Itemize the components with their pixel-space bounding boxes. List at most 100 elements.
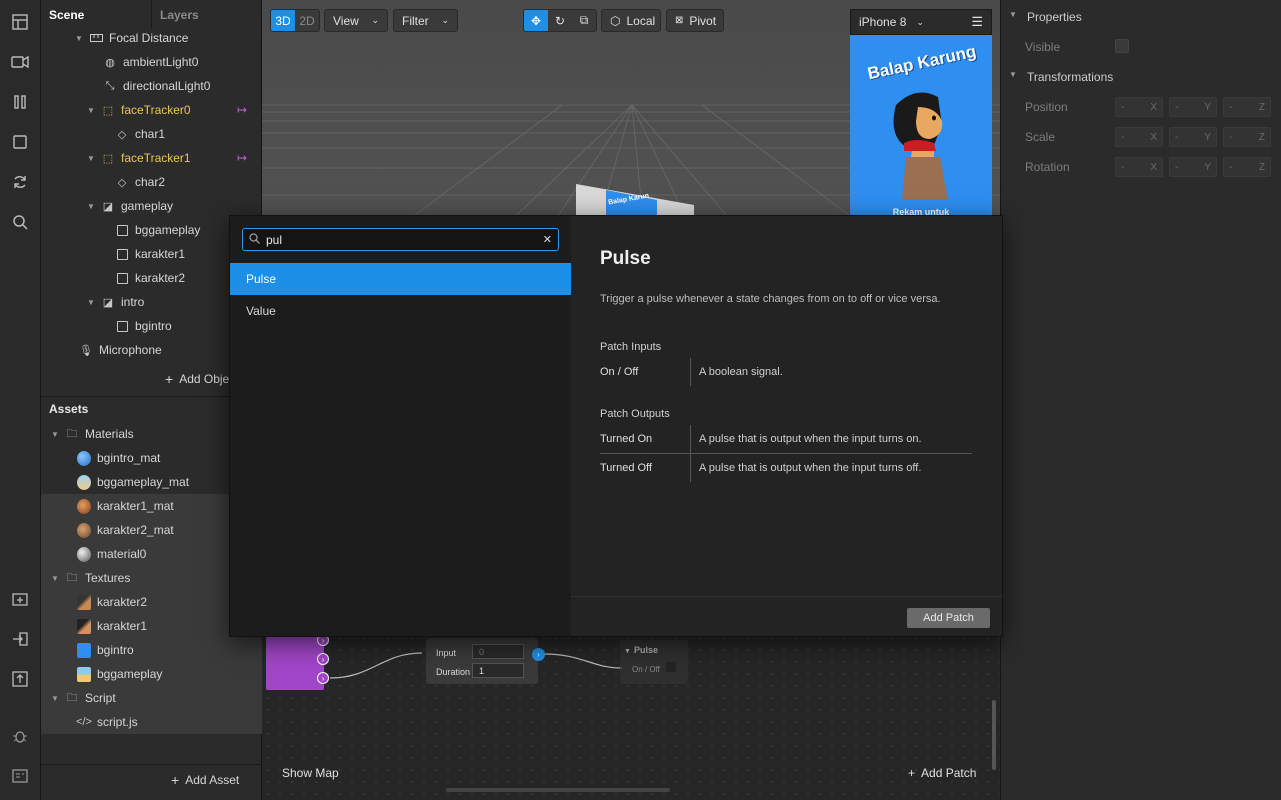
asset-item[interactable]: karakter2	[77, 590, 147, 614]
scene-item[interactable]: ◍ ambientLight0	[103, 50, 198, 74]
pulse-node[interactable]: ▼ Pulse On / Off	[620, 640, 688, 684]
axis-label: Y	[1204, 101, 1211, 113]
move-icon[interactable]: ✥	[524, 10, 548, 31]
collapse-triangle-icon[interactable]: ▼	[51, 430, 61, 439]
scene-item[interactable]: bgintro	[115, 314, 172, 338]
node-input-field[interactable]: 0	[472, 644, 524, 659]
import-icon[interactable]	[10, 629, 30, 649]
upload-icon[interactable]	[10, 669, 30, 689]
tab-layers[interactable]: Layers	[151, 0, 261, 28]
node-duration-field[interactable]: 1	[472, 663, 524, 678]
collapse-triangle-icon[interactable]: ▼	[87, 154, 97, 163]
asset-item[interactable]: karakter1_mat	[77, 494, 174, 518]
search-icon[interactable]	[10, 212, 30, 232]
device-selector[interactable]: iPhone 8 ⌄ ☰	[850, 9, 992, 35]
local-button[interactable]: ⬡ Local	[601, 9, 661, 32]
scene-item[interactable]: karakter2	[115, 266, 185, 290]
patch-editor[interactable]: › › › Input 0 Duration 1 › ▼ Pulse On / O…	[262, 620, 1000, 800]
link-arrow-icon[interactable]: ↦	[237, 151, 247, 165]
refresh-icon[interactable]	[10, 172, 30, 192]
ruler-icon	[89, 31, 103, 45]
scrollbar-vertical[interactable]	[992, 700, 996, 770]
result-item-value[interactable]: Value	[230, 295, 571, 327]
axis-label: Y	[1204, 131, 1211, 143]
scene-item[interactable]: ▼ ◪ gameplay	[87, 194, 173, 218]
asset-item[interactable]: karakter2_mat	[77, 518, 174, 542]
scene-item[interactable]: 🎙︎ Microphone	[79, 338, 162, 362]
position-z-field[interactable]: -Z	[1223, 97, 1271, 117]
add-object-button[interactable]: + Add Obje	[165, 367, 229, 391]
asset-item[interactable]: material0	[77, 542, 146, 566]
scene-item[interactable]: ▼ ⬚ faceTracker1 ↦	[87, 146, 257, 170]
visible-checkbox[interactable]	[1115, 39, 1129, 53]
console-icon[interactable]	[10, 766, 30, 786]
asset-item[interactable]: ▼ 🗀︎ Textures	[51, 566, 130, 590]
position-x-field[interactable]: -X	[1115, 97, 1163, 117]
scene-item[interactable]: ⤡ directionalLight0	[103, 74, 211, 98]
rotation-x-field[interactable]: -X	[1115, 157, 1163, 177]
mode-2d-button[interactable]: 2D	[295, 14, 319, 28]
asset-item[interactable]: karakter1	[77, 614, 147, 638]
layout-icon[interactable]	[10, 12, 30, 32]
add-patch-button[interactable]: Add Patch	[907, 608, 990, 628]
tab-scene[interactable]: Scene	[41, 0, 151, 28]
filter-dropdown[interactable]: Filter ⌄	[393, 9, 458, 32]
asset-item[interactable]: </> script.js	[76, 710, 138, 734]
add-file-icon[interactable]	[10, 589, 30, 609]
asset-item[interactable]: bgintro_mat	[77, 446, 160, 470]
scale-y-field[interactable]: -Y	[1169, 127, 1217, 147]
show-map-button[interactable]: Show Map	[282, 766, 339, 780]
collapse-triangle-icon[interactable]: ▼	[51, 694, 61, 703]
collapse-triangle-icon[interactable]: ▼	[87, 106, 97, 115]
checkbox[interactable]	[666, 662, 676, 672]
video-camera-icon[interactable]	[10, 52, 30, 72]
pause-icon[interactable]	[10, 92, 30, 112]
node-input-label: Input	[436, 648, 457, 658]
scale-x-field[interactable]: -X	[1115, 127, 1163, 147]
mode-3d-button[interactable]: 3D	[271, 10, 295, 31]
asset-item[interactable]: bgintro	[77, 638, 134, 662]
scene-item-label: karakter1	[135, 247, 186, 261]
clear-search-icon[interactable]: ✕	[543, 233, 552, 246]
scale-icon[interactable]: ⧉	[572, 13, 596, 28]
rotate-icon[interactable]: ↻	[548, 14, 572, 28]
rotation-z-field[interactable]: -Z	[1223, 157, 1271, 177]
view-dropdown[interactable]: View ⌄	[324, 9, 388, 32]
scene-item[interactable]: ▼ ◪ intro	[87, 290, 144, 314]
scene-item[interactable]: ◇ char2	[115, 170, 165, 194]
texture-icon	[77, 666, 91, 682]
result-item-pulse[interactable]: Pulse	[230, 263, 571, 295]
collapse-triangle-icon[interactable]: ▼	[75, 34, 85, 43]
scene-item[interactable]: ▼ Focal Distance	[75, 26, 188, 50]
scrollbar-horizontal[interactable]	[446, 788, 670, 792]
add-patch-footer-button[interactable]: + Add Patch	[908, 766, 976, 780]
transformations-section-header[interactable]: ▼ Transformations	[1009, 70, 1113, 84]
link-arrow-icon[interactable]: ↦	[237, 103, 247, 117]
properties-section-header[interactable]: ▼ Properties	[1009, 10, 1082, 24]
position-y-field[interactable]: -Y	[1169, 97, 1217, 117]
asset-item[interactable]: bggameplay_mat	[77, 470, 189, 494]
bug-icon[interactable]	[10, 726, 30, 746]
collapse-triangle-icon[interactable]: ▼	[51, 574, 61, 583]
add-asset-button[interactable]: + Add Asset	[171, 768, 239, 792]
output-port-icon[interactable]: ›	[532, 648, 545, 661]
scale-z-field[interactable]: -Z	[1223, 127, 1271, 147]
pivot-button[interactable]: ⊠ Pivot	[666, 9, 724, 32]
collapse-triangle-icon[interactable]: ▼	[87, 298, 97, 307]
collapse-triangle-icon[interactable]: ▼	[87, 202, 97, 211]
scene-item[interactable]: bggameplay	[115, 218, 200, 242]
scene-item[interactable]: ◇ char1	[115, 122, 165, 146]
scene-item[interactable]: karakter1	[115, 242, 185, 266]
rotation-y-field[interactable]: -Y	[1169, 157, 1217, 177]
patch-node[interactable]: Input 0 Duration 1	[426, 638, 538, 684]
menu-icon[interactable]: ☰	[971, 14, 983, 30]
scene-item[interactable]: ▼ ⬚ faceTracker0 ↦	[87, 98, 257, 122]
microphone-icon: 🎙︎	[79, 344, 93, 357]
stop-icon[interactable]	[10, 132, 30, 152]
scene-item-label: intro	[121, 295, 145, 309]
asset-item[interactable]: bggameplay	[77, 662, 162, 686]
asset-item[interactable]: ▼ 🗀︎ Script	[51, 686, 116, 710]
rectangle-icon	[115, 319, 129, 333]
patch-search-input[interactable]: pul ✕	[242, 228, 559, 251]
asset-item[interactable]: ▼ 🗀︎ Materials	[51, 422, 134, 446]
